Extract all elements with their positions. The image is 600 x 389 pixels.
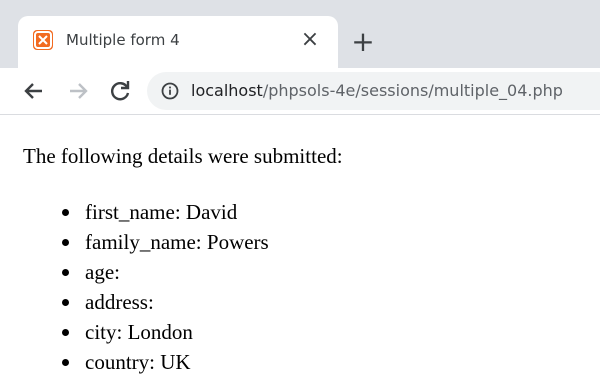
site-info-icon[interactable] [161, 82, 179, 100]
new-tab-button[interactable]: + [349, 28, 377, 56]
detail-label: family_name [85, 230, 196, 254]
detail-label: country [85, 350, 150, 374]
bullet-icon [62, 329, 69, 336]
list-item: age: [62, 257, 269, 287]
detail-label: first_name [85, 200, 175, 224]
bullet-icon [62, 269, 69, 276]
detail-value: Powers [206, 230, 269, 254]
list-item: first_name: David [62, 197, 269, 227]
detail-label: age [85, 260, 115, 284]
detail-value: UK [160, 350, 191, 374]
bullet-icon [62, 299, 69, 306]
browser-window: Multiple form 4 × + localhost/phpsols-4e… [0, 0, 600, 389]
xampp-icon [33, 30, 53, 50]
forward-arrow-icon[interactable] [64, 77, 92, 105]
detail-value: David [185, 200, 238, 224]
detail-value: London [127, 320, 193, 344]
details-list: first_name: David family_name: Powers ag… [62, 197, 269, 377]
list-item: city: London [62, 317, 269, 347]
detail-label: address [85, 290, 148, 314]
intro-text: The following details were submitted: [23, 144, 343, 168]
detail-label: city [85, 320, 117, 344]
url-text: localhost/phpsols-4e/sessions/multiple_0… [191, 81, 563, 100]
bullet-icon [62, 239, 69, 246]
close-tab-icon[interactable]: × [298, 28, 322, 52]
tab-title: Multiple form 4 [66, 31, 180, 49]
address-bar[interactable]: localhost/phpsols-4e/sessions/multiple_0… [147, 72, 600, 110]
list-item: country: UK [62, 347, 269, 377]
bullet-icon [62, 209, 69, 216]
back-arrow-icon[interactable] [20, 77, 48, 105]
browser-toolbar: localhost/phpsols-4e/sessions/multiple_0… [0, 68, 600, 115]
url-path: /phpsols-4e/sessions/multiple_04.php [262, 81, 563, 100]
page-content: The following details were submitted: fi… [0, 115, 600, 389]
url-host: localhost [191, 81, 263, 100]
bullet-icon [62, 359, 69, 366]
reload-icon[interactable] [106, 77, 134, 105]
tab-active[interactable]: Multiple form 4 × [18, 16, 338, 68]
list-item: address: [62, 287, 269, 317]
tab-strip: Multiple form 4 × + [0, 0, 600, 68]
list-item: family_name: Powers [62, 227, 269, 257]
